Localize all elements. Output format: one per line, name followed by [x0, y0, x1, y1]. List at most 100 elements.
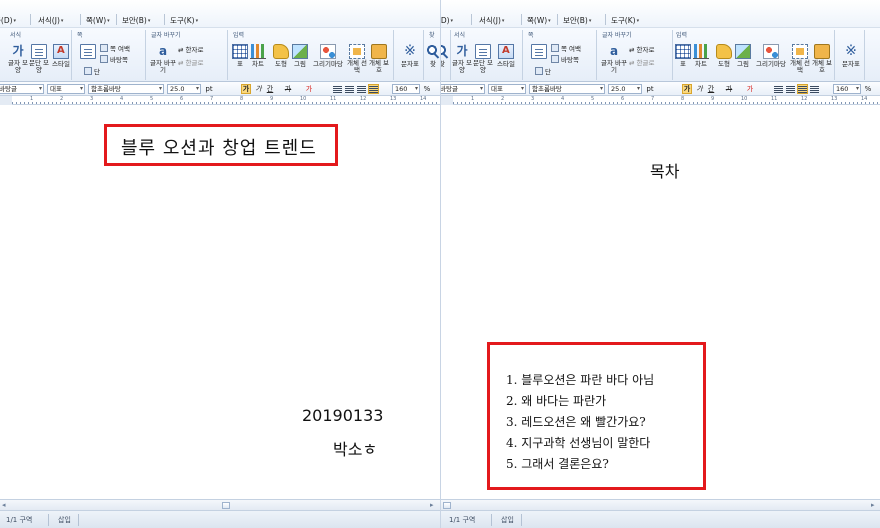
align-center-icon[interactable] [797, 84, 808, 94]
scroll-thumb[interactable] [222, 502, 230, 509]
table-button[interactable]: 표 [232, 44, 248, 68]
menu-tools[interactable]: 도구(K)▾ [611, 15, 639, 26]
italic-button[interactable]: 가 [695, 84, 704, 94]
style-select[interactable]: 바탕글 [0, 84, 44, 94]
menu-page[interactable]: 쪽(D)▾ [0, 15, 16, 26]
align-justify-icon[interactable] [333, 85, 342, 93]
horizontal-scrollbar[interactable]: ▸ [441, 499, 880, 510]
symbol-button[interactable]: ※ 문자표 [839, 44, 863, 69]
symbol-button[interactable]: ※ 문자표 [398, 44, 422, 69]
line-spacing-input[interactable]: 160 [392, 84, 420, 94]
bold-button[interactable]: 가 [682, 84, 692, 94]
object-protect-button[interactable]: 개체 보호 [811, 44, 833, 74]
chart-button[interactable]: 차트 [693, 44, 709, 68]
para-shape-button[interactable]: 문단 모양 [473, 44, 493, 74]
picture-button[interactable]: 그림 [291, 44, 309, 68]
align-justify-icon[interactable] [774, 85, 783, 93]
ruler[interactable]: 1 2 3 4 5 6 7 8 9 10 11 12 13 14 [441, 96, 880, 105]
style-button[interactable]: 스타일 [50, 44, 72, 68]
char-wrap-button[interactable]: a 글자 바꾸기 [150, 44, 176, 74]
drawing-button[interactable]: 그리기마당 [753, 44, 789, 68]
scroll-right-icon[interactable]: ▸ [430, 501, 434, 509]
hangul-button[interactable]: ⇄ 한글로 [629, 57, 654, 67]
align-left-icon[interactable] [786, 85, 795, 93]
bold-button[interactable]: 가 [241, 84, 251, 94]
char-wrap-icon: a [609, 44, 619, 58]
style-button[interactable]: 스타일 [495, 44, 517, 68]
shape-button[interactable]: 도형 [272, 44, 290, 68]
font-name-select[interactable]: 함초롬바탕 [88, 84, 164, 94]
chart-button[interactable]: 차트 [250, 44, 266, 68]
char-shape-button[interactable]: 가 글자 모양 [452, 44, 472, 74]
page-setup-button[interactable] [530, 44, 548, 59]
ribbon-group-wrap: 글자 바꾸기 a 글자 바꾸기 ⇄ 한자로 ⇄ 한글로 [148, 30, 228, 80]
line-spacing-input[interactable]: 160 [833, 84, 861, 94]
margin-button[interactable]: 쪽 여백 [551, 43, 581, 53]
menu-page-w[interactable]: 쪽(W)▾ [527, 15, 551, 26]
ribbon-group-page: 쪽 쪽 여백 바탕쪽 단 [525, 30, 597, 80]
ruler[interactable]: 1 2 3 4 5 6 7 8 9 10 11 12 13 14 [0, 96, 440, 105]
object-select-button[interactable]: 개체 선택 [790, 44, 810, 74]
menu-bar: 쪽(D)▾ 서식(J)▾ 쪽(W)▾ 보안(B)▾ 도구(K)▾ [0, 0, 440, 28]
hanja-button[interactable]: ⇄ 한자로 [629, 44, 654, 54]
group-title: 입력 [233, 32, 245, 39]
strikethrough-button[interactable]: 가 [283, 84, 293, 94]
font-color-button[interactable]: 가 [745, 84, 755, 94]
menu-format[interactable]: 서식(J)▾ [479, 15, 504, 26]
document-page[interactable]: 목차 1. 블루오션은 파란 바다 아님 2. 왜 바다는 파란가 3. 레드오… [441, 106, 880, 499]
font-color-button[interactable]: 가 [304, 84, 314, 94]
font-size-input[interactable]: 25.0 [167, 84, 201, 94]
status-mode: 삽입 [501, 516, 514, 524]
picture-button[interactable]: 그림 [734, 44, 752, 68]
drawing-button[interactable]: 그리기마당 [310, 44, 346, 68]
ruler-number: 4 [120, 96, 124, 102]
background-page-button[interactable]: 바탕쪽 [551, 54, 579, 64]
menu-page-w[interactable]: 쪽(W)▾ [86, 15, 110, 26]
menu-tools[interactable]: 도구(K)▾ [170, 15, 198, 26]
font-size-input[interactable]: 25.0 [608, 84, 642, 94]
font-lang-select[interactable]: 대표 [47, 84, 85, 94]
char-wrap-button[interactable]: a 글자 바꾸기 [601, 44, 627, 74]
char-shape-button[interactable]: 가 글자 모양 [8, 44, 28, 74]
underline-button[interactable]: 간 [265, 84, 275, 94]
scroll-thumb[interactable] [443, 502, 451, 509]
align-center-icon[interactable] [357, 85, 366, 93]
menu-security[interactable]: 보안(B)▾ [563, 15, 591, 26]
italic-button[interactable]: 가 [254, 84, 263, 94]
page-setup-button[interactable] [79, 44, 97, 59]
hanja-button[interactable]: ⇄ 한자로 [178, 44, 203, 54]
hangul-button[interactable]: ⇄ 한글로 [178, 57, 203, 67]
align-right-icon[interactable] [810, 85, 819, 93]
toc-item: 5. 그래서 결론은요? [506, 457, 609, 471]
font-name-select[interactable]: 함초롬바탕 [529, 84, 605, 94]
object-select-button[interactable]: 개체 선택 [347, 44, 367, 74]
find-button[interactable]: 찾 [426, 44, 440, 68]
background-page-button[interactable]: 바탕쪽 [100, 54, 128, 64]
menu-security[interactable]: 보안(B)▾ [122, 15, 150, 26]
horizontal-scrollbar[interactable]: ◂ ▸ [0, 499, 440, 510]
status-divider [48, 514, 49, 526]
strikethrough-button[interactable]: 가 [724, 84, 734, 94]
menu-page[interactable]: 쪽(D)▾ [441, 15, 453, 26]
object-protect-button[interactable]: 개체 보호 [368, 44, 390, 74]
find-button[interactable]: 찾 [441, 44, 449, 68]
menu-format[interactable]: 서식(J)▾ [38, 15, 63, 26]
columns-button[interactable]: 단 [84, 66, 100, 76]
para-shape-button[interactable]: 문단 모양 [29, 44, 49, 74]
document-page[interactable]: 블루 오션과 창업 트렌드 20190133 박소ㅎ [0, 106, 440, 499]
toc-list: 1. 블루오션은 파란 바다 아님 2. 왜 바다는 파란가 3. 레드오션은 … [506, 371, 654, 476]
underline-button[interactable]: 간 [706, 84, 716, 94]
shape-button[interactable]: 도형 [715, 44, 733, 68]
style-select[interactable]: 바탕글 [441, 84, 485, 94]
margin-button[interactable]: 쪽 여백 [100, 43, 130, 53]
table-button[interactable]: 표 [675, 44, 691, 68]
scroll-left-icon[interactable]: ◂ [2, 501, 6, 509]
columns-button[interactable]: 단 [535, 66, 551, 76]
columns-icon [535, 67, 543, 75]
scroll-right-icon[interactable]: ▸ [871, 501, 875, 509]
align-right-icon[interactable] [368, 84, 379, 94]
status-divider [521, 514, 522, 526]
toc-title: 목차 [650, 162, 680, 181]
align-left-icon[interactable] [345, 85, 354, 93]
font-lang-select[interactable]: 대표 [488, 84, 526, 94]
